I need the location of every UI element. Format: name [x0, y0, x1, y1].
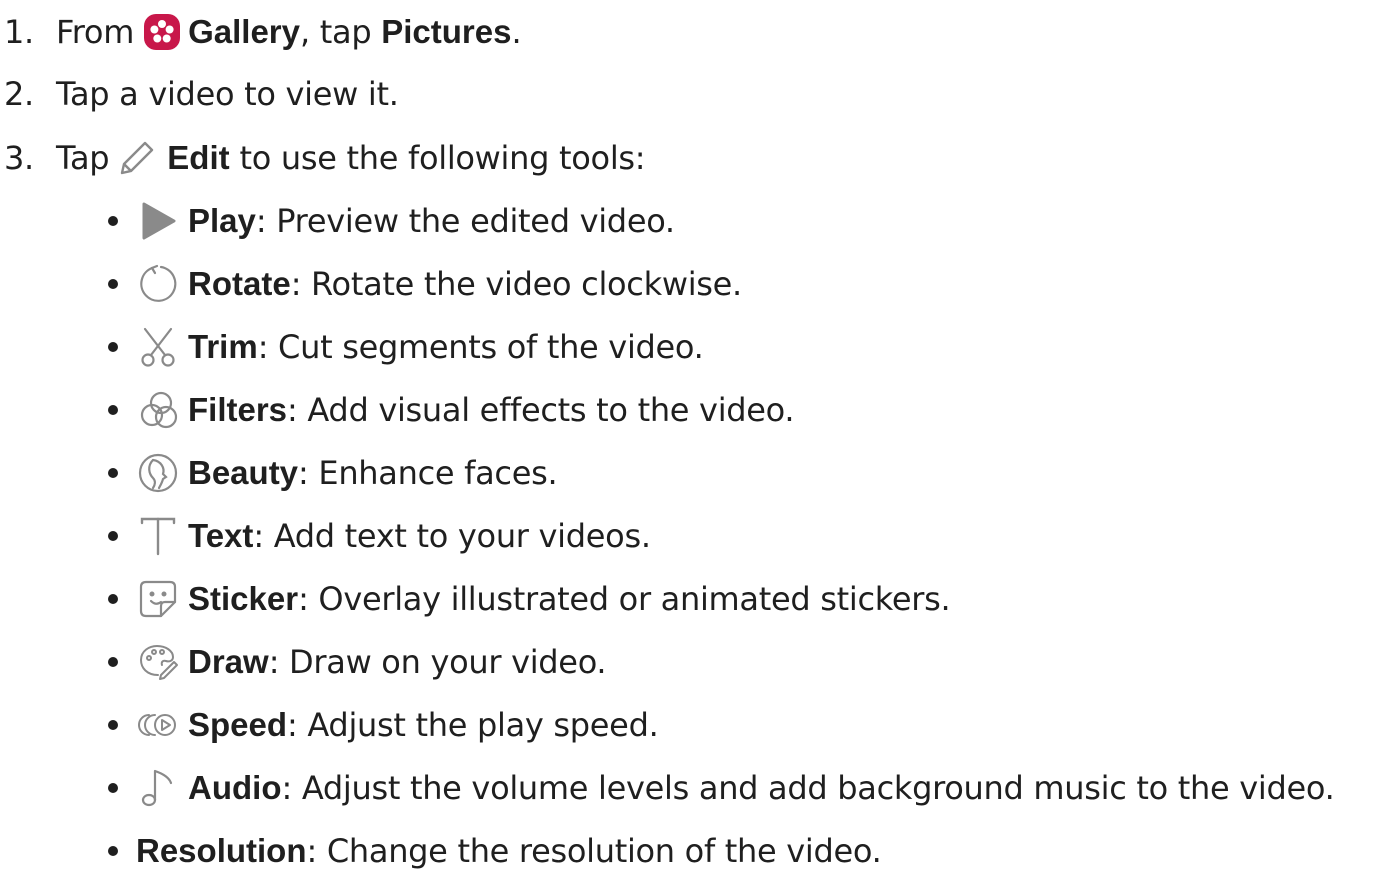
tool-name: Play	[188, 202, 256, 239]
step-3: 3. Tap Edit to use the following tools:	[0, 134, 646, 182]
audio-icon	[136, 766, 180, 810]
edit-pencil-icon	[115, 136, 159, 180]
tool-item-rotate: Rotate : Rotate the video clockwise.	[108, 260, 742, 308]
step-number: 1.	[4, 13, 34, 51]
step-2: 2. Tap a video to view it.	[0, 70, 399, 118]
sticker-icon	[136, 577, 180, 621]
tool-description: : Adjust the play speed.	[287, 706, 659, 744]
bullet	[108, 531, 118, 541]
gallery-app-name: Gallery	[188, 13, 301, 50]
bullet	[108, 216, 118, 226]
step-suffix: .	[511, 13, 522, 51]
tool-name: Beauty	[188, 454, 299, 491]
tool-name: Rotate	[188, 265, 291, 302]
edit-action-name: Edit	[167, 139, 230, 176]
tool-description: : Cut segments of the video.	[257, 328, 704, 366]
pictures-tab-name: Pictures	[381, 13, 512, 50]
scissors-icon	[136, 325, 180, 369]
tool-name: Text	[188, 517, 254, 554]
filters-icon	[136, 388, 180, 432]
draw-icon	[136, 640, 180, 684]
step-1: 1. From Gallery , tap Pictures .	[0, 8, 522, 56]
tool-name: Trim	[188, 328, 258, 365]
tool-description: : Draw on your video.	[268, 643, 607, 681]
beauty-icon	[136, 451, 180, 495]
tool-item-trim: Trim : Cut segments of the video.	[108, 323, 704, 371]
rotate-icon	[136, 262, 180, 306]
tool-item-draw: Draw : Draw on your video.	[108, 638, 607, 686]
speed-icon	[136, 703, 180, 747]
bullet	[108, 594, 118, 604]
tool-description: : Overlay illustrated or animated sticke…	[298, 580, 951, 618]
tool-description: : Add text to your videos.	[253, 517, 651, 555]
step-text: Tap a video to view it.	[56, 75, 399, 113]
tool-description: : Preview the edited video.	[255, 202, 675, 240]
tool-item-beauty: Beauty : Enhance faces.	[108, 449, 558, 497]
tool-item-speed: Speed : Adjust the play speed.	[108, 701, 659, 749]
tool-name: Sticker	[188, 580, 299, 617]
tool-item-filters: Filters : Add visual effects to the vide…	[108, 386, 795, 434]
tool-item-play: Play : Preview the edited video.	[108, 197, 675, 245]
tool-description: : Change the resolution of the video.	[306, 832, 882, 870]
tool-name: Speed	[188, 706, 288, 743]
bullet	[108, 279, 118, 289]
tool-description: : Enhance faces.	[298, 454, 558, 492]
bullet	[108, 783, 118, 793]
text-icon	[136, 514, 180, 558]
tool-description: : Add visual effects to the video.	[287, 391, 795, 429]
bullet	[108, 342, 118, 352]
tool-name: Filters	[188, 391, 288, 428]
step-prefix: From	[56, 13, 135, 51]
tool-name: Audio	[188, 769, 282, 806]
gallery-app-icon	[142, 10, 182, 54]
step-middle: , tap	[300, 13, 382, 51]
tool-name: Draw	[188, 643, 269, 680]
bullet	[108, 846, 118, 856]
tool-item-audio: Audio : Adjust the volume levels and add…	[108, 764, 1335, 812]
tool-item-text: Text : Add text to your videos.	[108, 512, 651, 560]
step-number: 2.	[4, 75, 34, 113]
tool-name: Resolution	[136, 832, 307, 869]
tool-description: : Adjust the volume levels and add backg…	[281, 769, 1335, 807]
tool-item-resolution: Resolution : Change the resolution of th…	[108, 827, 882, 875]
bullet	[108, 468, 118, 478]
tool-description: : Rotate the video clockwise.	[290, 265, 743, 303]
tool-item-sticker: Sticker : Overlay illustrated or animate…	[108, 575, 951, 623]
step-prefix: Tap	[56, 139, 110, 177]
step-suffix: to use the following tools:	[229, 139, 646, 177]
bullet	[108, 720, 118, 730]
bullet	[108, 657, 118, 667]
play-icon	[136, 199, 180, 243]
step-number: 3.	[4, 139, 34, 177]
bullet	[108, 405, 118, 415]
